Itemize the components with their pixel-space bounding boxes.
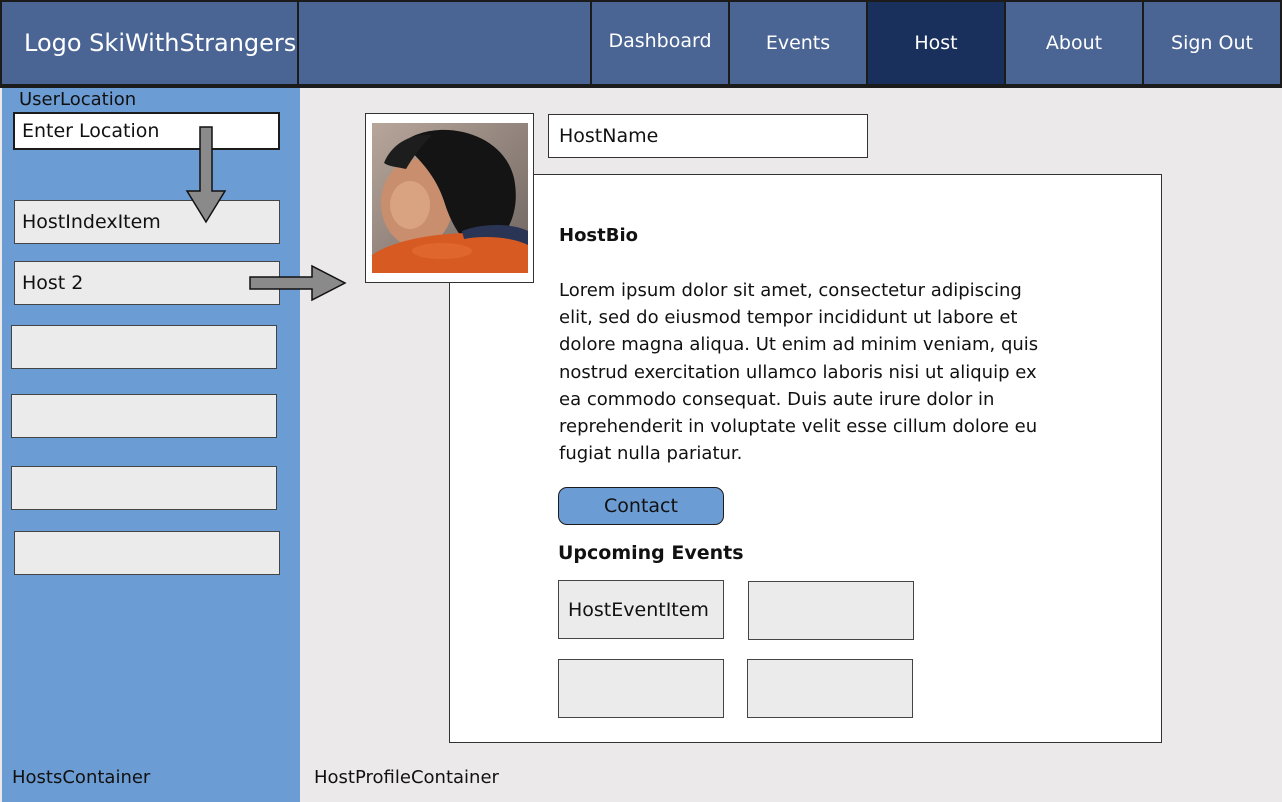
location-input[interactable] bbox=[13, 112, 280, 150]
host-event-item[interactable]: HostEventItem bbox=[558, 580, 724, 639]
host-photo-frame bbox=[365, 113, 534, 283]
host-index-item[interactable] bbox=[11, 394, 277, 438]
host-index-item[interactable]: Host 2 bbox=[14, 261, 280, 305]
hosts-container bbox=[2, 88, 300, 802]
nav-item-label: About bbox=[1045, 32, 1103, 54]
nav-item-events[interactable]: Events bbox=[728, 0, 868, 86]
nav-item-about[interactable]: About bbox=[1004, 0, 1144, 86]
nav-spacer bbox=[297, 0, 592, 86]
host-bio-text: Lorem ipsum dolor sit amet, consectetur … bbox=[559, 280, 1039, 465]
host-index-item[interactable] bbox=[14, 531, 280, 575]
event-item-label: HostEventItem bbox=[568, 598, 709, 621]
host-name-text: HostName bbox=[559, 125, 659, 147]
host-name-field: HostName bbox=[548, 114, 868, 158]
host-index-item[interactable] bbox=[11, 466, 277, 510]
host-photo bbox=[372, 123, 528, 273]
hosts-container-label: HostsContainer bbox=[12, 767, 151, 788]
nav-item-host[interactable]: Host bbox=[866, 0, 1006, 86]
host-index-item[interactable] bbox=[11, 325, 277, 369]
user-location-label: UserLocation bbox=[19, 89, 137, 110]
arrow-right-icon bbox=[249, 264, 347, 302]
contact-button[interactable]: Contact bbox=[558, 487, 724, 525]
nav-item-sign-out[interactable]: Sign Out bbox=[1142, 0, 1282, 86]
host-photo-image bbox=[372, 123, 528, 273]
host-profile-container-label: HostProfileContainer bbox=[314, 767, 499, 788]
host-event-item[interactable] bbox=[748, 581, 914, 640]
host-index-item[interactable]: HostIndexItem bbox=[14, 200, 280, 244]
host-event-item[interactable] bbox=[558, 659, 724, 718]
logo-text: Logo SkiWithStrangers bbox=[24, 29, 297, 57]
host-item-label: Host 2 bbox=[22, 272, 84, 294]
nav-item-label: Host bbox=[914, 32, 958, 54]
nav-item-dashboard[interactable]: Dashboard bbox=[590, 0, 730, 86]
logo[interactable]: Logo SkiWithStrangers bbox=[0, 0, 299, 86]
nav-item-label: Events bbox=[765, 32, 831, 54]
host-item-label: HostIndexItem bbox=[22, 211, 161, 233]
upcoming-events-title: Upcoming Events bbox=[558, 542, 744, 564]
arrow-down-icon bbox=[185, 126, 227, 224]
host-bio-title: HostBio bbox=[559, 225, 639, 246]
top-nav-bar: Logo SkiWithStrangers Dashboard Events H… bbox=[0, 0, 1282, 88]
nav-item-label: Sign Out bbox=[1171, 32, 1253, 54]
contact-button-label: Contact bbox=[604, 495, 678, 517]
host-event-item[interactable] bbox=[747, 659, 913, 718]
nav-item-label: Dashboard bbox=[608, 30, 712, 52]
